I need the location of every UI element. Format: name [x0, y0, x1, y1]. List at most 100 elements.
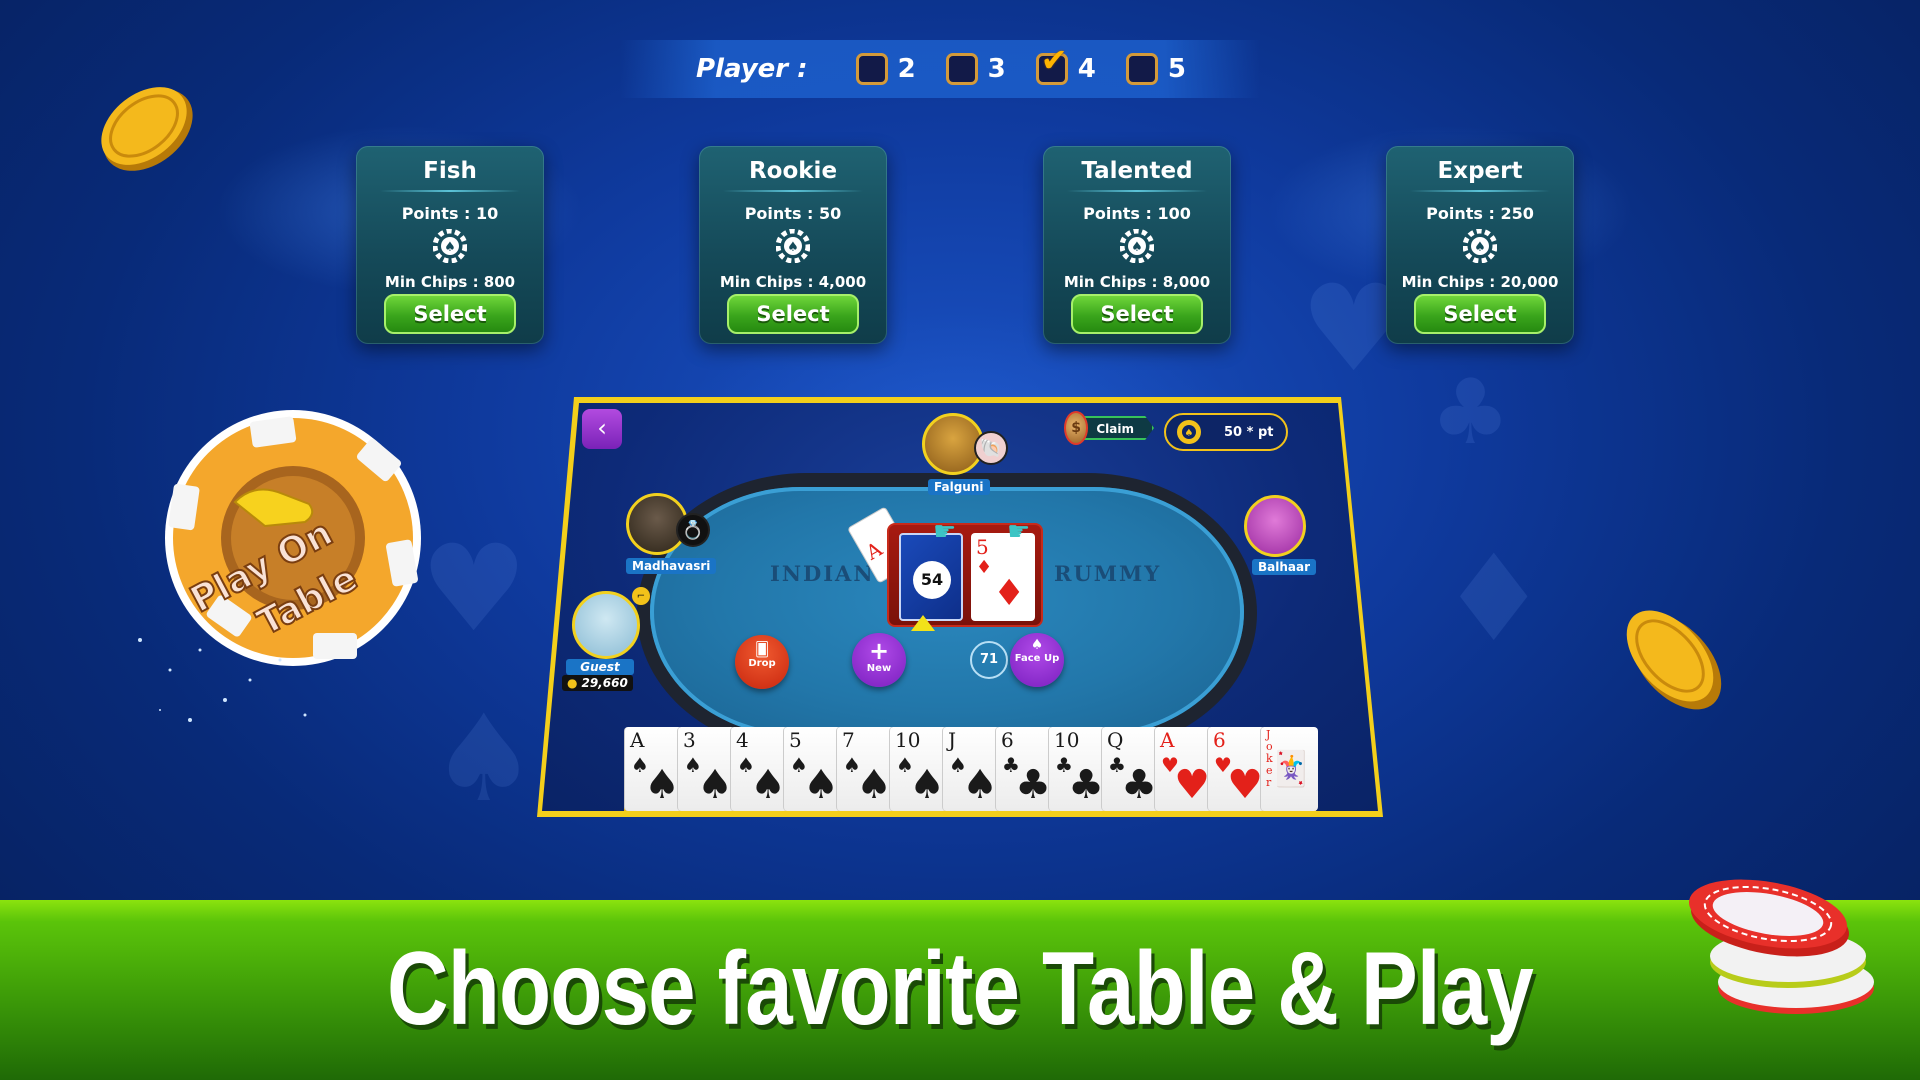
avatar-guest[interactable] [572, 591, 640, 659]
poker-chip-icon: ♠ [1119, 228, 1155, 264]
card-suit-large: ♥ [1174, 762, 1210, 808]
hand-card[interactable]: A ♠ ♠ [624, 727, 682, 811]
card-rank: 6 [1001, 728, 1014, 752]
card-rank: 6 [1213, 728, 1226, 752]
hand-card[interactable]: 10 ♠ ♠ [889, 727, 947, 811]
svg-text:♠: ♠ [1131, 240, 1143, 255]
hand-card[interactable]: 6 ♣ ♣ [995, 727, 1053, 811]
card-rank: A [630, 728, 645, 752]
player-name-self: Guest [566, 659, 634, 675]
claim-button[interactable]: $ Claim [1064, 411, 1154, 445]
club-suit-bg-icon: ♣ [1430, 360, 1511, 465]
card-suit-large: ♠ [962, 762, 998, 808]
hand-card[interactable]: Joker 🃏 [1260, 727, 1318, 811]
new-button[interactable]: + New [852, 633, 906, 687]
svg-text:♠: ♠ [444, 240, 456, 255]
table-card-rookie: Rookie Points : 50 ♠ Min Chips : 4,000 S… [699, 146, 887, 344]
avatar-balhaar[interactable] [1244, 495, 1306, 557]
player-option-label: 2 [897, 54, 916, 84]
table-text-right: RUMMY [1054, 561, 1162, 586]
divider [380, 190, 520, 192]
table-name: Talented [1081, 158, 1193, 184]
drop-button[interactable]: 🂠 Drop [735, 635, 789, 689]
checkbox[interactable] [855, 53, 888, 85]
card-suit-large: ♠ [644, 762, 680, 808]
drop-label: Drop [748, 658, 776, 669]
player-option-2[interactable]: 2 [855, 53, 916, 85]
select-button[interactable]: Select [1071, 294, 1203, 334]
poker-chip-icon: ♠ [1462, 228, 1498, 264]
table-name: Expert [1437, 158, 1523, 184]
self-chip-balance: ● 29,660 [562, 675, 633, 691]
hand-card[interactable]: A ♥ ♥ [1154, 727, 1212, 811]
card-suit-large: ♠ [697, 762, 733, 808]
card-rank: 5 [976, 535, 989, 559]
select-button[interactable]: Select [384, 294, 516, 334]
hand-card[interactable]: 10 ♣ ♣ [1048, 727, 1106, 811]
card-suit-small: ♦ [976, 557, 993, 578]
diamond-suit-bg-icon: ♦ [1440, 530, 1548, 669]
divider [1410, 190, 1550, 192]
ring-gift-icon: 💍 [676, 513, 710, 547]
game-preview: INDIAN RUMMY ‹ 🐚 Falguni 💍 Madhavasri Ba… [542, 403, 1378, 811]
point-value: 50 * pt [1224, 424, 1274, 440]
card-rank: A [1160, 728, 1175, 752]
poker-chip-icon: ♠ [432, 228, 468, 264]
checkmark-icon: ✔ [1040, 41, 1068, 79]
table-points: Points : 250 [1426, 204, 1534, 223]
card-rank: 10 [1054, 728, 1080, 752]
card-rank: 7 [842, 728, 855, 752]
poker-chip-stack-icon [1689, 879, 1874, 1014]
player-name-right: Balhaar [1252, 559, 1317, 575]
player-count-label: Player : [696, 54, 808, 84]
hand-card[interactable]: 6 ♥ ♥ [1207, 727, 1265, 811]
card-rank: 4 [736, 728, 749, 752]
divider [1067, 190, 1207, 192]
hand-card[interactable]: 4 ♠ ♠ [730, 727, 788, 811]
divider [723, 190, 863, 192]
player-option-label: 4 [1077, 54, 1096, 84]
hand-card[interactable]: Q ♣ ♣ [1101, 727, 1159, 811]
shell-gift-icon: 🐚 [974, 431, 1008, 465]
hand-card[interactable]: 5 ♠ ♠ [783, 727, 841, 811]
card-suit-large: ♦ [993, 573, 1026, 614]
card-icon: ♠ [1030, 637, 1044, 653]
hand-card[interactable]: 3 ♠ ♠ [677, 727, 735, 811]
claim-label: Claim [1080, 416, 1154, 440]
player-option-5[interactable]: 5 [1125, 53, 1186, 85]
chevron-left-icon: ‹ [597, 414, 607, 442]
table-card-fish: Fish Points : 10 ♠ Min Chips : 800 Selec… [356, 146, 544, 344]
player-option-label: 5 [1167, 54, 1186, 84]
face-up-button[interactable]: ♠ Face Up [1010, 633, 1064, 687]
player-name-left: Madhavasri [626, 558, 717, 574]
self-chip-count: 29,660 [581, 676, 628, 690]
poker-chip-icon: ♠ [775, 228, 811, 264]
card-suit-large: ♠ [750, 762, 786, 808]
turn-indicator-icon: ⌐ [632, 587, 650, 605]
table-min-chips: Min Chips : 4,000 [719, 273, 867, 291]
table-min-chips: Min Chips : 8,000 [1063, 273, 1211, 291]
cards-left-count: 71 [970, 641, 1008, 679]
hand-card[interactable]: J ♠ ♠ [942, 727, 1000, 811]
back-button[interactable]: ‹ [582, 409, 622, 449]
player-name-top: Falguni [928, 479, 990, 495]
spade-suit-bg-icon: ♠ [430, 690, 538, 829]
player-option-4[interactable]: ✔ 4 [1035, 44, 1096, 85]
checkbox[interactable] [945, 53, 978, 85]
player-option-3[interactable]: 3 [945, 53, 1006, 85]
cards-icon: 🂠 [754, 642, 770, 658]
headline: Choose favorite Table & Play [386, 931, 1534, 1047]
checkbox[interactable] [1125, 53, 1158, 85]
select-button[interactable]: Select [1414, 294, 1546, 334]
checkbox-checked[interactable]: ✔ [1035, 44, 1068, 85]
table-text-left: INDIAN [770, 561, 875, 586]
table-name: Rookie [748, 158, 838, 184]
select-button[interactable]: Select [727, 294, 859, 334]
hand-card[interactable]: 7 ♠ ♠ [836, 727, 894, 811]
card-rank: 5 [789, 728, 802, 752]
player-option-label: 3 [987, 54, 1006, 84]
joker-icon: 🃏 [1269, 749, 1312, 789]
chip-icon: ♠ [1177, 420, 1201, 444]
table-points: Points : 10 [401, 204, 499, 223]
heart-suit-bg-icon-2: ♥ [420, 520, 528, 659]
